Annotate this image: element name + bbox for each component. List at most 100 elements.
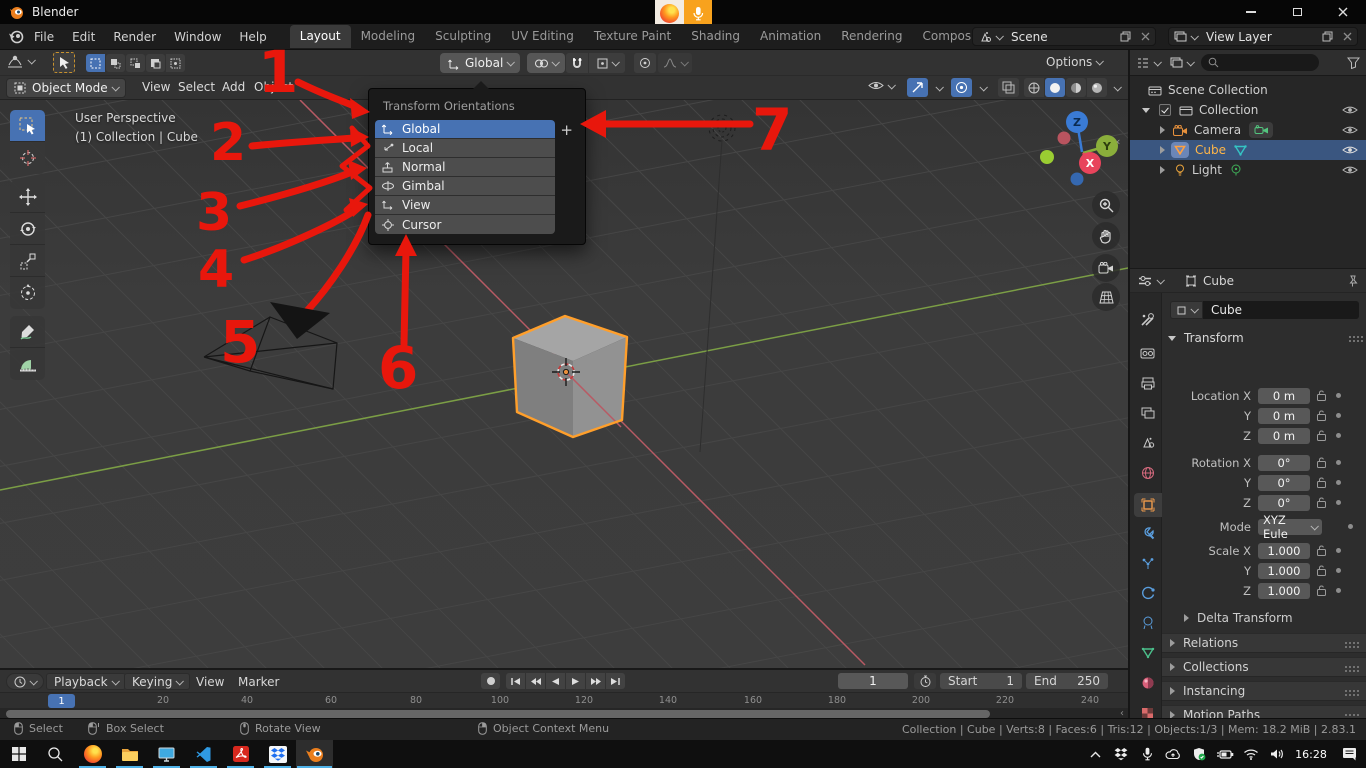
outliner-search-input[interactable]	[1201, 54, 1319, 71]
jump-to-prev-keyframe-button[interactable]	[526, 673, 545, 689]
delta-transform-header[interactable]: Delta Transform	[1184, 611, 1293, 625]
proportional-editing-button[interactable]	[634, 53, 656, 73]
jump-to-next-keyframe-button[interactable]	[586, 673, 605, 689]
menu-file[interactable]: File	[25, 30, 63, 44]
location-y-input[interactable]: 0 m	[1258, 408, 1310, 424]
ortho-grid-button[interactable]	[1092, 283, 1120, 311]
mode-dropdown[interactable]: Object Mode	[6, 78, 126, 98]
tab-object[interactable]	[1134, 493, 1162, 517]
taskbar-vscode[interactable]	[185, 740, 222, 768]
outliner-row-light[interactable]: Light	[1130, 160, 1366, 180]
location-z-input[interactable]: 0 m	[1258, 428, 1310, 444]
taskbar-file-explorer[interactable]	[111, 740, 148, 768]
lock-icon[interactable]	[1317, 545, 1327, 556]
tray-microphone-icon[interactable]	[1134, 740, 1160, 768]
pivot-point-dropdown[interactable]	[527, 53, 565, 73]
menu-render[interactable]: Render	[104, 30, 165, 44]
transform-panel-header[interactable]: Transform	[1168, 331, 1364, 345]
scrollbar-thumb[interactable]	[6, 710, 990, 718]
tab-texture-paint[interactable]: Texture Paint	[584, 25, 681, 48]
expand-icon[interactable]	[1160, 126, 1165, 134]
window-maximize-button[interactable]	[1274, 0, 1320, 24]
select-mode-invert-button[interactable]	[146, 54, 165, 72]
camera-data-icon[interactable]	[1249, 122, 1273, 138]
lock-icon[interactable]	[1317, 457, 1327, 468]
lock-icon[interactable]	[1317, 497, 1327, 508]
menu-edit[interactable]: Edit	[63, 30, 104, 44]
orientation-item-gimbal[interactable]: Gimbal	[375, 177, 555, 196]
current-frame-input[interactable]: 1	[838, 673, 908, 689]
proportional-falloff-dropdown[interactable]	[658, 53, 692, 73]
play-reverse-button[interactable]	[546, 673, 565, 689]
tray-security-icon[interactable]	[1186, 740, 1212, 768]
outliner-editor-type-button[interactable]	[1136, 57, 1160, 69]
tray-wifi-icon[interactable]	[1238, 740, 1264, 768]
firefox-overlay[interactable]	[655, 0, 684, 27]
view-layer-name[interactable]: View Layer	[1202, 30, 1317, 44]
animate-dot[interactable]	[1336, 460, 1341, 465]
animate-dot[interactable]	[1348, 524, 1353, 529]
options-dropdown[interactable]: Options	[1046, 55, 1102, 69]
overlays-dropdown[interactable]	[979, 83, 987, 91]
tab-world[interactable]	[1133, 461, 1162, 485]
tab-shading[interactable]: Shading	[681, 25, 750, 48]
orientation-item-cursor[interactable]: Cursor	[375, 215, 555, 234]
sidebar-collapse-handle[interactable]: ‹	[1116, 135, 1120, 148]
timeline-view-menu[interactable]: View	[196, 675, 224, 689]
tab-object-data[interactable]	[1133, 641, 1162, 665]
tab-material[interactable]	[1133, 671, 1162, 695]
scene-new-button[interactable]	[1115, 28, 1136, 45]
tab-view-layer[interactable]	[1133, 401, 1162, 425]
section-relations[interactable]: Relations	[1162, 633, 1366, 653]
playback-menu[interactable]: Playback	[46, 673, 126, 690]
orientation-item-normal[interactable]: Normal	[375, 158, 555, 177]
timeline-editor-type-button[interactable]	[6, 673, 44, 690]
tab-rendering[interactable]: Rendering	[831, 25, 912, 48]
expand-icon[interactable]	[1160, 166, 1165, 174]
outliner-display-mode-button[interactable]	[1170, 57, 1193, 68]
select-mode-subtract-button[interactable]	[126, 54, 145, 72]
frame-start-input[interactable]: Start1	[940, 673, 1022, 689]
scale-x-input[interactable]: 1.000	[1258, 543, 1310, 559]
tab-modifiers[interactable]	[1133, 521, 1162, 545]
animate-dot[interactable]	[1336, 413, 1341, 418]
animate-dot[interactable]	[1336, 500, 1341, 505]
rotation-x-input[interactable]: 0°	[1258, 455, 1310, 471]
rotation-y-input[interactable]: 0°	[1258, 475, 1310, 491]
outliner-row-scene-collection[interactable]: Scene Collection	[1130, 80, 1366, 100]
tab-tool[interactable]	[1133, 307, 1162, 331]
action-center-icon[interactable]	[1332, 740, 1366, 768]
tab-physics[interactable]	[1133, 581, 1162, 605]
start-button[interactable]	[0, 740, 37, 768]
lock-icon[interactable]	[1317, 390, 1327, 401]
menu-window[interactable]: Window	[165, 30, 230, 44]
properties-editor-type-button[interactable]	[1138, 275, 1163, 287]
jump-to-start-button[interactable]	[506, 673, 525, 689]
panel-grip[interactable]	[1348, 335, 1364, 342]
select-mode-intersect-button[interactable]	[166, 54, 185, 72]
collapse-toggle-icon[interactable]	[1142, 108, 1150, 113]
hide-toggle-eye-icon[interactable]	[1342, 165, 1358, 175]
animate-dot[interactable]	[1336, 480, 1341, 485]
tray-dropbox-icon[interactable]	[1108, 740, 1134, 768]
lock-icon[interactable]	[1317, 410, 1327, 421]
object-browse-button[interactable]	[1170, 301, 1203, 319]
tab-particles[interactable]	[1133, 551, 1162, 575]
animate-dot[interactable]	[1336, 568, 1341, 573]
orientation-item-global[interactable]: Global	[375, 120, 555, 139]
zoom-button[interactable]	[1092, 191, 1120, 219]
animate-dot[interactable]	[1336, 433, 1341, 438]
lock-icon[interactable]	[1317, 477, 1327, 488]
expand-icon[interactable]	[1160, 146, 1165, 154]
orientation-item-local[interactable]: Local	[375, 139, 555, 158]
shading-dropdown[interactable]	[1113, 83, 1121, 91]
tab-layout[interactable]: Layout	[290, 25, 351, 48]
gizmos-dropdown[interactable]	[935, 83, 943, 91]
tab-output[interactable]	[1133, 371, 1162, 395]
timeline-marker-menu[interactable]: Marker	[238, 675, 279, 689]
tab-render[interactable]	[1133, 341, 1162, 365]
menu-help[interactable]: Help	[230, 30, 275, 44]
taskbar-dropbox[interactable]	[259, 740, 296, 768]
overlays-toggle-button[interactable]	[951, 78, 972, 97]
tray-chevron-icon[interactable]	[1082, 740, 1108, 768]
